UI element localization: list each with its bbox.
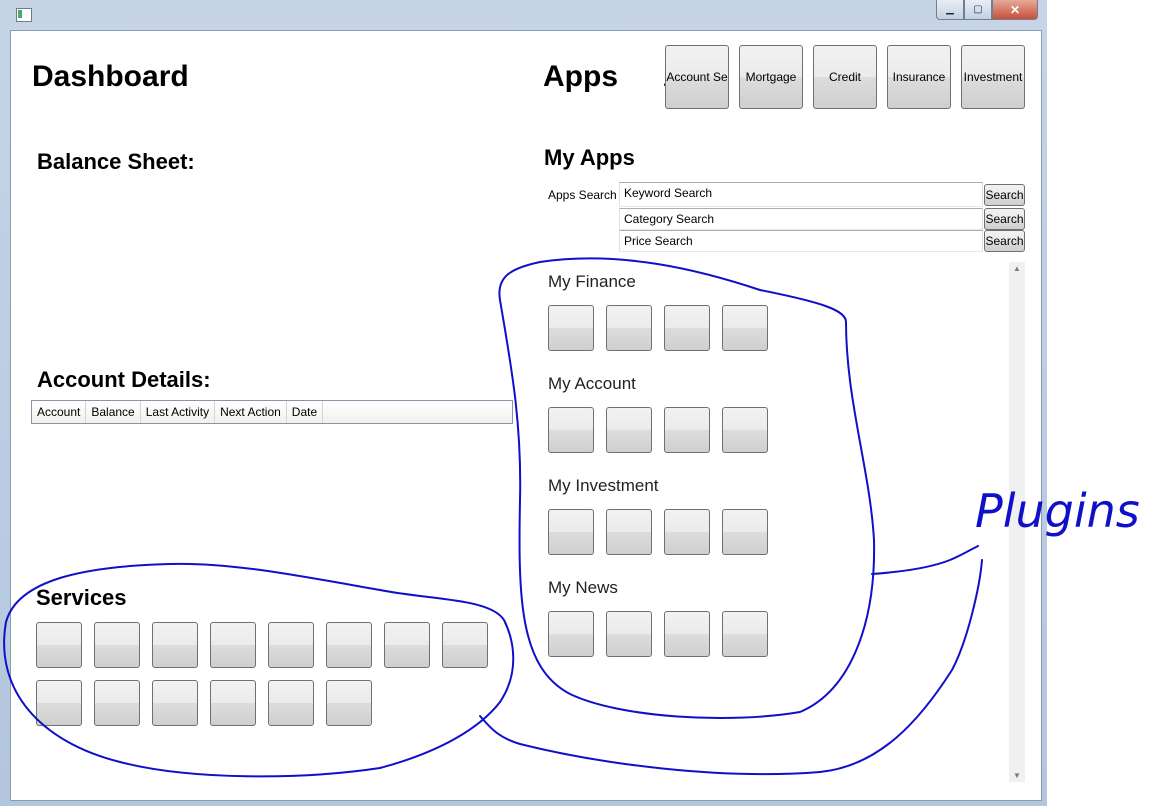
services-title: Services xyxy=(36,585,127,610)
service-tile[interactable] xyxy=(268,680,314,726)
app-group-title: My Account xyxy=(548,374,636,393)
close-button[interactable]: ✕ xyxy=(992,0,1038,20)
app-tile[interactable] xyxy=(548,407,594,453)
minimize-icon: ▁ xyxy=(946,4,954,15)
window-controls: ▁ ▢ ✕ xyxy=(936,0,1038,20)
app-tile[interactable] xyxy=(606,611,652,657)
apps-scrollbar[interactable]: ▲ ▼ xyxy=(1009,262,1025,782)
apps-bar-button[interactable]: Credit xyxy=(813,45,877,109)
app-tile[interactable] xyxy=(664,611,710,657)
service-tile[interactable] xyxy=(210,680,256,726)
app-tile[interactable] xyxy=(606,509,652,555)
price-search-button[interactable]: Search xyxy=(984,230,1025,252)
service-tile[interactable] xyxy=(326,680,372,726)
minimize-button[interactable]: ▁ xyxy=(936,0,964,20)
keyword-search-button[interactable]: Search xyxy=(984,184,1025,206)
apps-bar-button-label: Insurance xyxy=(892,70,946,84)
grid-column-header[interactable]: Account xyxy=(32,401,87,423)
account-details-grid[interactable]: Account Balance Last Activity Next Action Da… xyxy=(31,400,513,424)
dashboard-title: Dashboard xyxy=(32,60,189,93)
grid-column-header[interactable]: Last Activity xyxy=(141,401,216,423)
scroll-up-icon[interactable]: ▲ xyxy=(1013,264,1021,273)
category-search-button[interactable]: Search xyxy=(984,208,1025,230)
maximize-button[interactable]: ▢ xyxy=(964,0,992,20)
app-tile[interactable] xyxy=(664,407,710,453)
app-tile[interactable] xyxy=(722,611,768,657)
apps-bar-button-label: Investment xyxy=(963,70,1023,84)
app-tile[interactable] xyxy=(548,305,594,351)
app-group-title: My Finance xyxy=(548,272,636,291)
app-tile[interactable] xyxy=(606,407,652,453)
app-group-title: My Investment xyxy=(548,476,659,495)
my-apps-title: My Apps xyxy=(544,145,635,170)
apps-bar-button[interactable]: Insurance xyxy=(887,45,951,109)
app-tile[interactable] xyxy=(548,509,594,555)
service-tile[interactable] xyxy=(152,622,198,668)
service-tile[interactable] xyxy=(268,622,314,668)
maximize-icon: ▢ xyxy=(973,4,983,15)
service-tile[interactable] xyxy=(36,680,82,726)
service-tile[interactable] xyxy=(94,680,140,726)
app-tile[interactable] xyxy=(664,305,710,351)
app-tile[interactable] xyxy=(722,305,768,351)
apps-search-label: Apps Search xyxy=(548,188,617,202)
service-tile[interactable] xyxy=(326,622,372,668)
apps-bar-button[interactable]: Account Se xyxy=(665,45,729,109)
app-window-icon xyxy=(16,8,32,22)
apps-bar-button-label: Credit xyxy=(828,70,861,84)
apps-bar-button-label: Mortgage xyxy=(745,70,797,84)
service-tile[interactable] xyxy=(152,680,198,726)
keyword-search-input[interactable]: Keyword Search xyxy=(619,182,983,207)
grid-header-row: Account Balance Last Activity Next Action Da… xyxy=(32,401,512,423)
title-bar[interactable]: ▁ ▢ ✕ xyxy=(0,0,1047,30)
apps-bar-title-clip xyxy=(628,45,664,115)
balance-sheet-title: Balance Sheet: xyxy=(37,149,195,174)
grid-column-header[interactable]: Next Action xyxy=(215,401,287,423)
apps-bar-button[interactable]: Investment xyxy=(961,45,1025,109)
app-tile[interactable] xyxy=(722,509,768,555)
app-tile[interactable] xyxy=(606,305,652,351)
app-tile[interactable] xyxy=(722,407,768,453)
app-tile[interactable] xyxy=(548,611,594,657)
scroll-down-icon[interactable]: ▼ xyxy=(1013,771,1021,780)
category-search-input[interactable]: Category Search xyxy=(619,208,983,230)
service-tile[interactable] xyxy=(36,622,82,668)
account-details-title: Account Details: xyxy=(37,367,211,392)
app-group-title: My News xyxy=(548,578,618,597)
apps-bar-button[interactable]: Mortgage xyxy=(739,45,803,109)
service-tile[interactable] xyxy=(442,622,488,668)
grid-column-header[interactable]: Date xyxy=(287,401,324,423)
grid-column-header[interactable]: Balance xyxy=(86,401,141,423)
price-search-input[interactable]: Price Search xyxy=(619,230,983,252)
service-tile[interactable] xyxy=(94,622,140,668)
service-tile[interactable] xyxy=(210,622,256,668)
close-icon: ✕ xyxy=(1009,2,1021,17)
service-tile[interactable] xyxy=(384,622,430,668)
app-tile[interactable] xyxy=(664,509,710,555)
apps-bar-button-label: Account Se xyxy=(666,70,728,84)
